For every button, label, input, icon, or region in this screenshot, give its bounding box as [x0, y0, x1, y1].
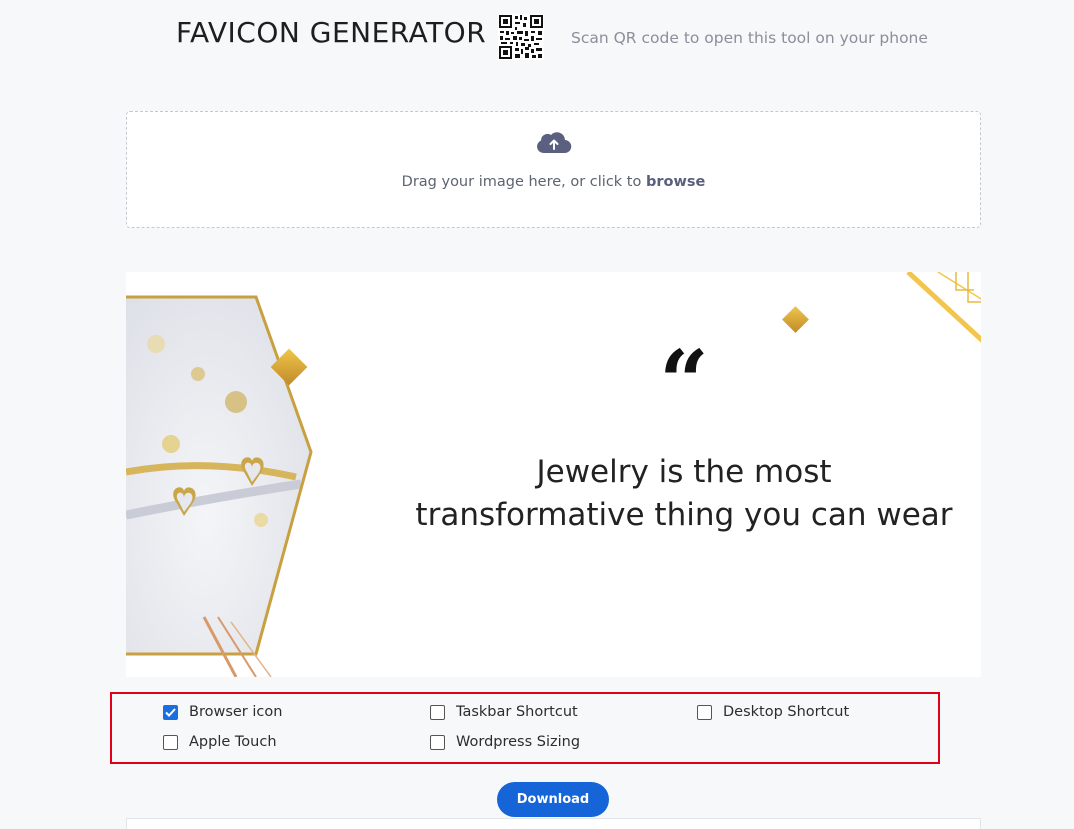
option-label: Apple Touch [189, 734, 277, 750]
option-label: Taskbar Shortcut [456, 704, 578, 720]
option-label: Browser icon [189, 704, 283, 720]
quote-line-1: Jewelry is the most [534, 454, 831, 490]
page-title: FAVICON GENERATOR [176, 16, 487, 49]
qr-code-icon [498, 14, 544, 60]
jewelry-banner-image: “ Jewelry is the most transformative thi… [126, 272, 981, 677]
option-browser-icon[interactable]: Browser icon [163, 704, 282, 720]
image-dropzone[interactable]: Drag your image here, or click to browse [126, 111, 981, 228]
checkbox-browser-icon[interactable] [163, 704, 178, 720]
browse-link[interactable]: browse [646, 174, 705, 190]
dropzone-text: Drag your image here, or click to browse [127, 174, 980, 190]
quote-mark-icon: “ [659, 332, 708, 433]
checkbox-wordpress-sizing[interactable] [430, 734, 445, 750]
qr-caption: Scan QR code to open this tool on your p… [571, 29, 928, 47]
favicon-options: Browser icon Taskbar Shortcut Desktop Sh… [110, 692, 940, 764]
option-label: Desktop Shortcut [723, 704, 850, 720]
quote-line-2: transformative thing you can wear [415, 497, 952, 533]
checkbox-taskbar-shortcut[interactable] [430, 704, 445, 720]
checkbox-desktop-shortcut[interactable] [697, 704, 712, 720]
option-apple-touch[interactable]: Apple Touch [163, 734, 277, 750]
checkmark-icon [165, 707, 176, 717]
checkbox-apple-touch[interactable] [163, 734, 178, 750]
output-panel [126, 818, 981, 829]
option-label: Wordpress Sizing [456, 734, 581, 750]
download-button[interactable]: Download [497, 782, 609, 817]
option-wordpress-sizing[interactable]: Wordpress Sizing [430, 734, 580, 750]
dropzone-prompt: Drag your image here, or click to [401, 174, 646, 190]
option-desktop-shortcut[interactable]: Desktop Shortcut [697, 704, 849, 720]
header: FAVICON GENERATOR Scan QR code to open t… [0, 14, 1074, 64]
image-preview: “ Jewelry is the most transformative thi… [126, 272, 981, 677]
option-taskbar-shortcut[interactable]: Taskbar Shortcut [430, 704, 578, 720]
cloud-upload-icon [537, 132, 572, 154]
